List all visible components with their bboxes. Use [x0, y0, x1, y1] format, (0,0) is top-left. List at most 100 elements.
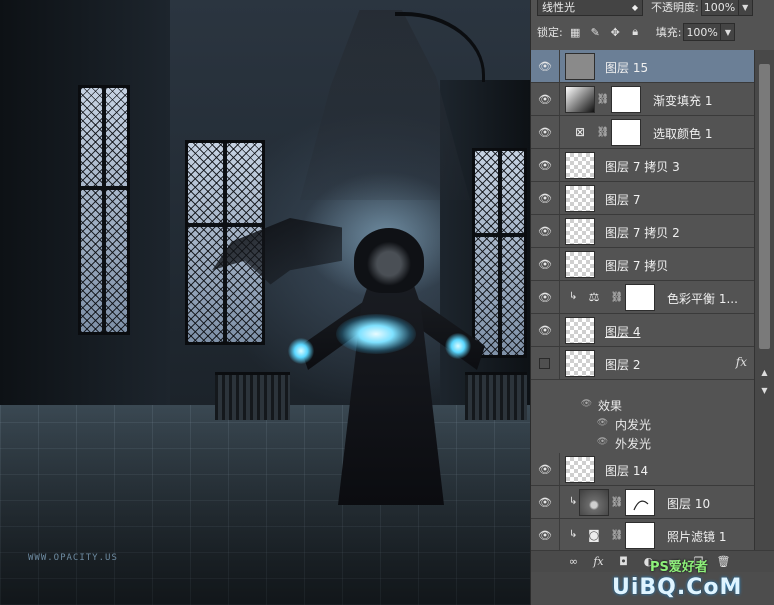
link-chain-icon[interactable]: ⛓	[611, 529, 624, 542]
lock-transparent-icon[interactable]: ▦	[569, 26, 582, 39]
layer-thumbnail	[565, 456, 595, 483]
link-chain-icon[interactable]: ⛓	[597, 126, 610, 139]
layer-row[interactable]: 👁︎ ↳ ⚖ ⛓ 色彩平衡 1...	[531, 281, 755, 314]
effect-label: 外发光	[615, 437, 652, 451]
layer-thumbnail	[565, 350, 595, 377]
link-chain-icon[interactable]: ⛓	[611, 291, 624, 304]
layer-name: 图层 7 拷贝 2	[605, 226, 680, 240]
brand-watermark-small: PS爱好者	[650, 560, 708, 575]
layer-mask-thumbnail	[625, 489, 655, 516]
document-canvas[interactable]: WWW.OPACITY.US	[0, 0, 530, 605]
layer-row[interactable]: 👁︎ 图层 7	[531, 182, 755, 215]
lock-all-icon[interactable]: 🔒︎	[629, 25, 642, 39]
eye-icon[interactable]: 👁︎	[537, 125, 553, 139]
eye-icon[interactable]: 👁︎	[537, 92, 553, 106]
layer-row[interactable]: 👁︎ 图层 7 拷贝 2	[531, 215, 755, 248]
hand-glow-right	[445, 333, 471, 359]
layer-thumbnail	[565, 251, 595, 278]
glowing-book	[336, 314, 416, 354]
eye-icon[interactable]: 👁︎	[537, 158, 553, 172]
layer-thumbnail	[565, 317, 595, 344]
lock-move-icon[interactable]: ✥	[609, 26, 622, 39]
visibility-toggle-off[interactable]	[539, 358, 550, 369]
layer-thumbnail	[579, 489, 609, 516]
layer-row[interactable]: 图层 2 fx	[531, 347, 755, 380]
effect-inner-glow[interactable]: 👁︎ 内发光	[531, 414, 755, 433]
fill-slider-arrow-icon[interactable]: ▼	[721, 23, 736, 41]
fill-input[interactable]: 100%	[683, 23, 722, 41]
window-right	[472, 148, 527, 358]
scythe-blade	[395, 12, 485, 82]
color-balance-icon: ⚖	[588, 290, 600, 304]
opacity-slider-arrow-icon[interactable]: ▼	[738, 0, 753, 16]
eye-icon[interactable]: 👁︎	[597, 418, 608, 428]
mask-icon[interactable]: ◘	[617, 555, 630, 568]
effect-label: 内发光	[615, 418, 652, 432]
link-chain-icon[interactable]: ⛓	[597, 93, 610, 106]
clipping-arrow-icon: ↳	[569, 529, 578, 540]
layer-row[interactable]: 👁︎ ⊠ ⛓ 选取颜色 1	[531, 116, 755, 149]
eye-icon[interactable]: 👁︎	[537, 290, 553, 304]
blend-mode-value: 线性光	[542, 1, 575, 14]
layer-row[interactable]: 👁︎ 图层 7 拷贝 3	[531, 149, 755, 182]
eye-icon[interactable]: 👁︎	[537, 191, 553, 205]
layer-mask-thumbnail	[611, 119, 641, 146]
clipping-arrow-icon: ↳	[569, 291, 578, 302]
link-icon[interactable]: ∞	[567, 555, 580, 568]
link-chain-icon[interactable]: ⛓	[611, 496, 624, 509]
lock-label: 锁定:	[537, 26, 563, 39]
scroll-down-icon[interactable]: ▼	[758, 384, 771, 396]
layer-row[interactable]: 👁︎ ⛓ 渐变填充 1	[531, 83, 755, 116]
layer-row[interactable]: 👁︎ 图层 14	[531, 453, 755, 486]
layer-name: 图层 2	[605, 358, 641, 372]
layer-row[interactable]: 👁︎ ↳ ⛓ 图层 10	[531, 486, 755, 519]
eye-icon[interactable]: 👁︎	[597, 437, 608, 447]
layer-name: 图层 10	[667, 497, 711, 511]
clipping-arrow-icon: ↳	[569, 496, 578, 507]
window-left	[78, 85, 130, 335]
eye-icon[interactable]: 👁︎	[537, 323, 553, 337]
eye-icon[interactable]: 👁︎	[537, 59, 553, 73]
layer-name: 图层 7 拷贝 3	[605, 160, 680, 174]
brand-watermark: UiBQ.CoM	[612, 575, 743, 600]
photo-filter-icon: ◙	[588, 528, 600, 542]
scroll-up-icon[interactable]: ▲	[758, 366, 771, 378]
trash-icon[interactable]: 🗑︎	[717, 555, 731, 568]
lock-icons: ▦ ✎ ✥ 🔒︎	[569, 25, 642, 39]
effects-header[interactable]: 👁︎ 效果	[531, 395, 755, 414]
fx-icon[interactable]: fx	[736, 355, 747, 369]
layers-panel: 线性光 ◆ 不透明度: 100% ▼ 锁定: ▦ ✎ ✥ 🔒︎ 填充: 100%…	[530, 0, 774, 605]
eye-icon[interactable]: 👁︎	[537, 257, 553, 271]
layer-thumbnail	[565, 218, 595, 245]
lock-brush-icon[interactable]: ✎	[589, 26, 602, 39]
layer-name: 选取颜色 1	[653, 127, 713, 141]
layer-name: 渐变填充 1	[653, 94, 713, 108]
eye-icon[interactable]: 👁︎	[537, 224, 553, 238]
lock-row: 锁定: ▦ ✎ ✥ 🔒︎ 填充: 100% ▼	[531, 21, 774, 43]
layer-name: 图层 7 拷贝	[605, 259, 669, 273]
layer-thumbnail	[565, 152, 595, 179]
selective-color-icon: ⊠	[574, 125, 586, 139]
eye-icon[interactable]: 👁︎	[537, 495, 553, 509]
layer-row[interactable]: 👁︎ 图层 7 拷贝	[531, 248, 755, 281]
layer-row[interactable]: 👁︎ 图层 4	[531, 314, 755, 347]
wizard-hood	[354, 228, 424, 293]
radiator-right	[465, 372, 527, 420]
layer-name: 图层 15	[605, 61, 649, 75]
fx-icon[interactable]: fx	[592, 555, 605, 568]
effects-label: 效果	[598, 399, 623, 413]
effect-outer-glow[interactable]: 👁︎ 外发光	[531, 433, 755, 452]
blend-mode-dropdown[interactable]: 线性光 ◆	[537, 0, 643, 16]
layer-thumbnail	[565, 53, 595, 80]
dropdown-arrow-icon: ◆	[631, 2, 638, 12]
layer-row[interactable]: 👁︎ 图层 15	[531, 50, 755, 83]
layer-name: 图层 14	[605, 464, 649, 478]
eye-icon[interactable]: 👁︎	[537, 528, 553, 542]
eye-icon[interactable]: 👁︎	[581, 399, 592, 409]
eye-icon[interactable]: 👁︎	[537, 462, 553, 476]
layer-row[interactable]: 👁︎ ↳ ◙ ⛓ 照片滤镜 1	[531, 519, 755, 550]
fill-label: 填充:	[655, 26, 682, 39]
layer-name: 图层 7	[605, 193, 641, 207]
opacity-input[interactable]: 100%	[700, 0, 739, 16]
canvas-watermark: WWW.OPACITY.US	[28, 553, 118, 563]
